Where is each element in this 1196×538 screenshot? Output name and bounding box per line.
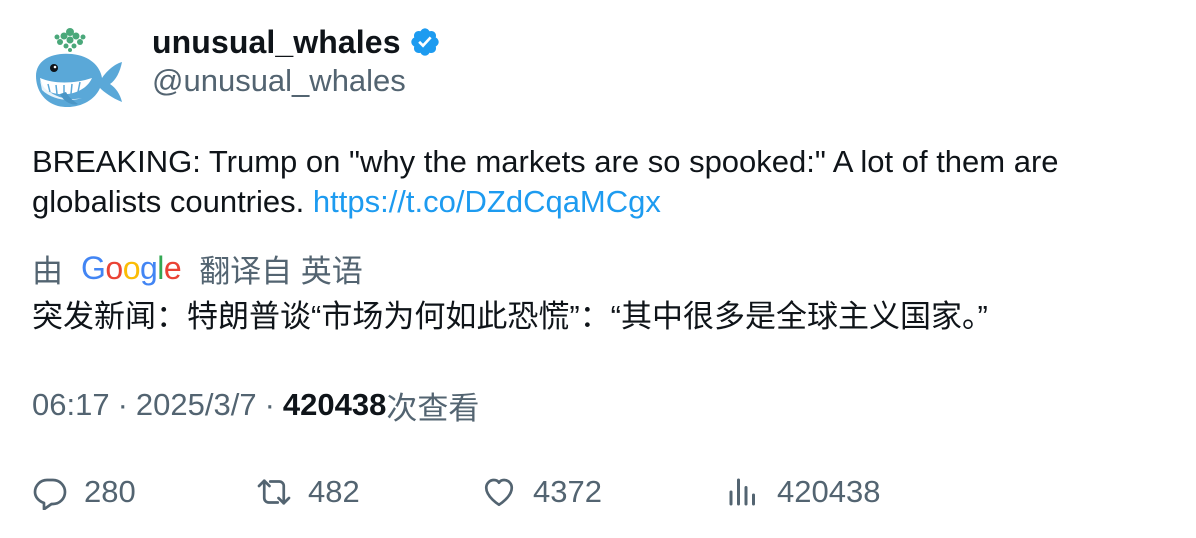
whale-avatar-icon: [36, 28, 122, 108]
views-count: 420438: [282, 387, 387, 422]
like-button[interactable]: 4372: [481, 470, 602, 514]
views-label: 次查看: [386, 390, 480, 426]
retweet-count: 482: [308, 474, 360, 509]
author-name-row[interactable]: unusual_whales: [152, 22, 441, 62]
translation-prefix: 由: [32, 253, 63, 289]
verified-badge-icon: [409, 26, 441, 58]
tweet-text: BREAKING: Trump on "why the markets are …: [32, 142, 1152, 222]
avatar[interactable]: [30, 22, 126, 114]
meta-separator: ·: [117, 387, 128, 422]
tweet-link[interactable]: https://t.co/DZdCqaMCgx: [313, 184, 661, 219]
author-display-name[interactable]: unusual_whales: [152, 24, 401, 61]
meta-separator: ·: [264, 387, 275, 422]
author-handle[interactable]: @unusual_whales: [152, 63, 406, 99]
translation-attribution: 由 Google 翻译自 英语: [32, 246, 363, 290]
views-action-count: 420438: [777, 474, 881, 509]
retweet-button[interactable]: 482: [256, 470, 360, 514]
google-logo-icon[interactable]: Google: [81, 250, 182, 287]
bar-chart-icon: [729, 478, 755, 506]
reply-button[interactable]: 280: [32, 470, 136, 514]
action-bar: 280 482 4372 420438: [32, 470, 1172, 514]
views-button[interactable]: 420438: [725, 470, 880, 514]
heart-icon: [484, 478, 514, 507]
translated-text: 突发新闻：特朗普谈“市场为何如此恐慌”：“其中很多是全球主义国家。”: [32, 299, 988, 334]
tweet-card: unusual_whales @unusual_whales BREAKING:…: [0, 0, 1196, 538]
tweet-time[interactable]: 06:17: [32, 387, 110, 423]
reply-icon: [33, 478, 67, 510]
retweet-icon: [257, 479, 291, 505]
tweet-date[interactable]: 2025/3/7: [136, 387, 257, 423]
like-count: 4372: [533, 474, 602, 509]
tweet-meta: 06:17 · 2025/3/7 · 420438 次查看: [32, 384, 479, 426]
reply-count: 280: [84, 474, 136, 509]
translation-suffix[interactable]: 翻译自 英语: [199, 246, 363, 291]
